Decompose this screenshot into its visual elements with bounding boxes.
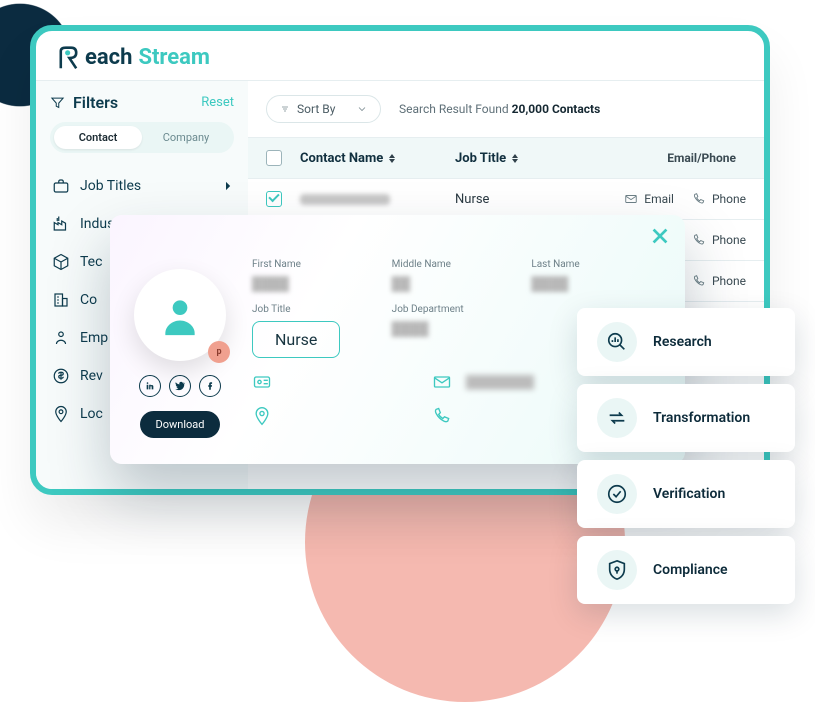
download-button[interactable]: Download: [140, 411, 221, 438]
avatar: p: [134, 269, 226, 361]
twitter-button[interactable]: [169, 375, 191, 397]
email-button[interactable]: Email: [624, 192, 674, 206]
ep-label: Phone: [712, 192, 746, 206]
field-label: First Name: [252, 259, 382, 270]
brand-text: Stream: [138, 45, 210, 70]
sort-arrows-icon: [512, 154, 518, 163]
field-label: Job Department: [392, 304, 522, 315]
field-label: Last Name: [531, 259, 661, 270]
facebook-icon: [205, 381, 215, 391]
field-label: Middle Name: [392, 259, 522, 270]
linkedin-icon: [145, 381, 155, 391]
envelope-icon: [624, 192, 638, 206]
user-icon: [158, 293, 202, 337]
briefcase-icon: [52, 177, 70, 195]
phone-button[interactable]: Phone: [692, 233, 746, 247]
arrows-exchange-icon: [606, 407, 628, 429]
redacted-value: ████: [531, 276, 661, 290]
twitter-icon: [175, 381, 185, 391]
sidebar-item-label: Rev: [80, 368, 103, 384]
phone-icon: [692, 233, 706, 247]
sort-dropdown[interactable]: Sort By: [266, 95, 381, 123]
phone-button[interactable]: Phone: [692, 274, 746, 288]
sort-label: Sort By: [297, 102, 335, 116]
feature-cards: Research Transformation Verification Com…: [577, 308, 795, 604]
phone-icon: [692, 274, 706, 288]
brand-text: each: [85, 45, 132, 70]
job-title-pill: Nurse: [252, 321, 340, 358]
location-icon: [52, 405, 70, 423]
card-transformation[interactable]: Transformation: [577, 384, 795, 452]
facebook-button[interactable]: [199, 375, 221, 397]
sidebar-item-label: Loc: [80, 406, 103, 422]
brand-logo: eachStream: [36, 31, 764, 80]
sidebar-item-label: Emp: [80, 330, 108, 346]
card-research[interactable]: Research: [577, 308, 795, 376]
tab-contact[interactable]: Contact: [54, 126, 142, 149]
field-label: Job Title: [252, 304, 382, 315]
filters-label: Filters: [73, 93, 118, 112]
found-prefix: Search Result Found: [399, 102, 512, 116]
envelope-icon: [432, 372, 452, 392]
id-card-icon: [252, 372, 272, 392]
header-label: Job Title: [455, 151, 506, 166]
linkedin-button[interactable]: [139, 375, 161, 397]
chevron-down-icon: [356, 103, 368, 115]
job-title-cell: Nurse: [455, 192, 605, 207]
redacted-value: ████████: [466, 375, 534, 389]
select-all-checkbox[interactable]: [266, 150, 282, 166]
person-icon: [52, 329, 70, 347]
ep-label: Phone: [712, 233, 746, 247]
close-icon: [649, 225, 671, 247]
card-label: Transformation: [653, 410, 750, 426]
building-icon: [52, 291, 70, 309]
filter-icon: [50, 95, 65, 110]
reset-button[interactable]: Reset: [201, 95, 234, 110]
row-checkbox[interactable]: [266, 191, 282, 207]
card-label: Verification: [653, 486, 725, 502]
sidebar-item-job-titles[interactable]: Job Titles: [50, 167, 234, 205]
filter-tabs: Contact Company: [50, 122, 234, 153]
magnify-chart-icon: [606, 331, 628, 353]
location-icon: [252, 406, 272, 426]
found-count: 20,000 Contacts: [512, 102, 601, 116]
sort-icon: [279, 103, 291, 115]
phone-icon: [432, 406, 452, 426]
table-row[interactable]: Nurse Email Phone: [248, 179, 764, 220]
check-circle-icon: [606, 483, 628, 505]
tab-company[interactable]: Company: [142, 126, 230, 149]
card-label: Compliance: [653, 562, 728, 578]
redacted-value: ████: [392, 321, 522, 335]
avatar-badge: p: [208, 341, 230, 363]
redacted-value: ████: [252, 276, 382, 290]
chevron-right-icon: [225, 181, 232, 191]
header-label: Contact Name: [300, 151, 383, 166]
close-button[interactable]: [649, 225, 671, 247]
ep-label: Email: [644, 192, 674, 206]
header-email-phone: Email/Phone: [605, 151, 746, 165]
header-contact-name[interactable]: Contact Name: [300, 151, 455, 166]
card-compliance[interactable]: Compliance: [577, 536, 795, 604]
sidebar-item-label: Co: [80, 292, 97, 308]
factory-icon: [52, 215, 70, 233]
dollar-icon: [52, 367, 70, 385]
card-verification[interactable]: Verification: [577, 460, 795, 528]
cube-icon: [52, 253, 70, 271]
header-job-title[interactable]: Job Title: [455, 151, 605, 166]
redacted-value: ██: [392, 276, 522, 290]
sort-arrows-icon: [389, 154, 395, 163]
header-label: Email/Phone: [667, 151, 736, 165]
sidebar-item-label: Tec: [80, 254, 102, 270]
sidebar-item-label: Job Titles: [80, 178, 141, 194]
card-label: Research: [653, 334, 712, 350]
contact-name-redacted: [300, 194, 390, 205]
filters-title: Filters: [50, 93, 118, 112]
result-count: Search Result Found 20,000 Contacts: [399, 102, 600, 116]
table-header: Contact Name Job Title Email/Phone: [248, 137, 764, 179]
phone-button[interactable]: Phone: [692, 192, 746, 206]
shield-lock-icon: [606, 559, 628, 581]
phone-icon: [692, 192, 706, 206]
ep-label: Phone: [712, 274, 746, 288]
brand-mark-icon: [58, 46, 79, 70]
